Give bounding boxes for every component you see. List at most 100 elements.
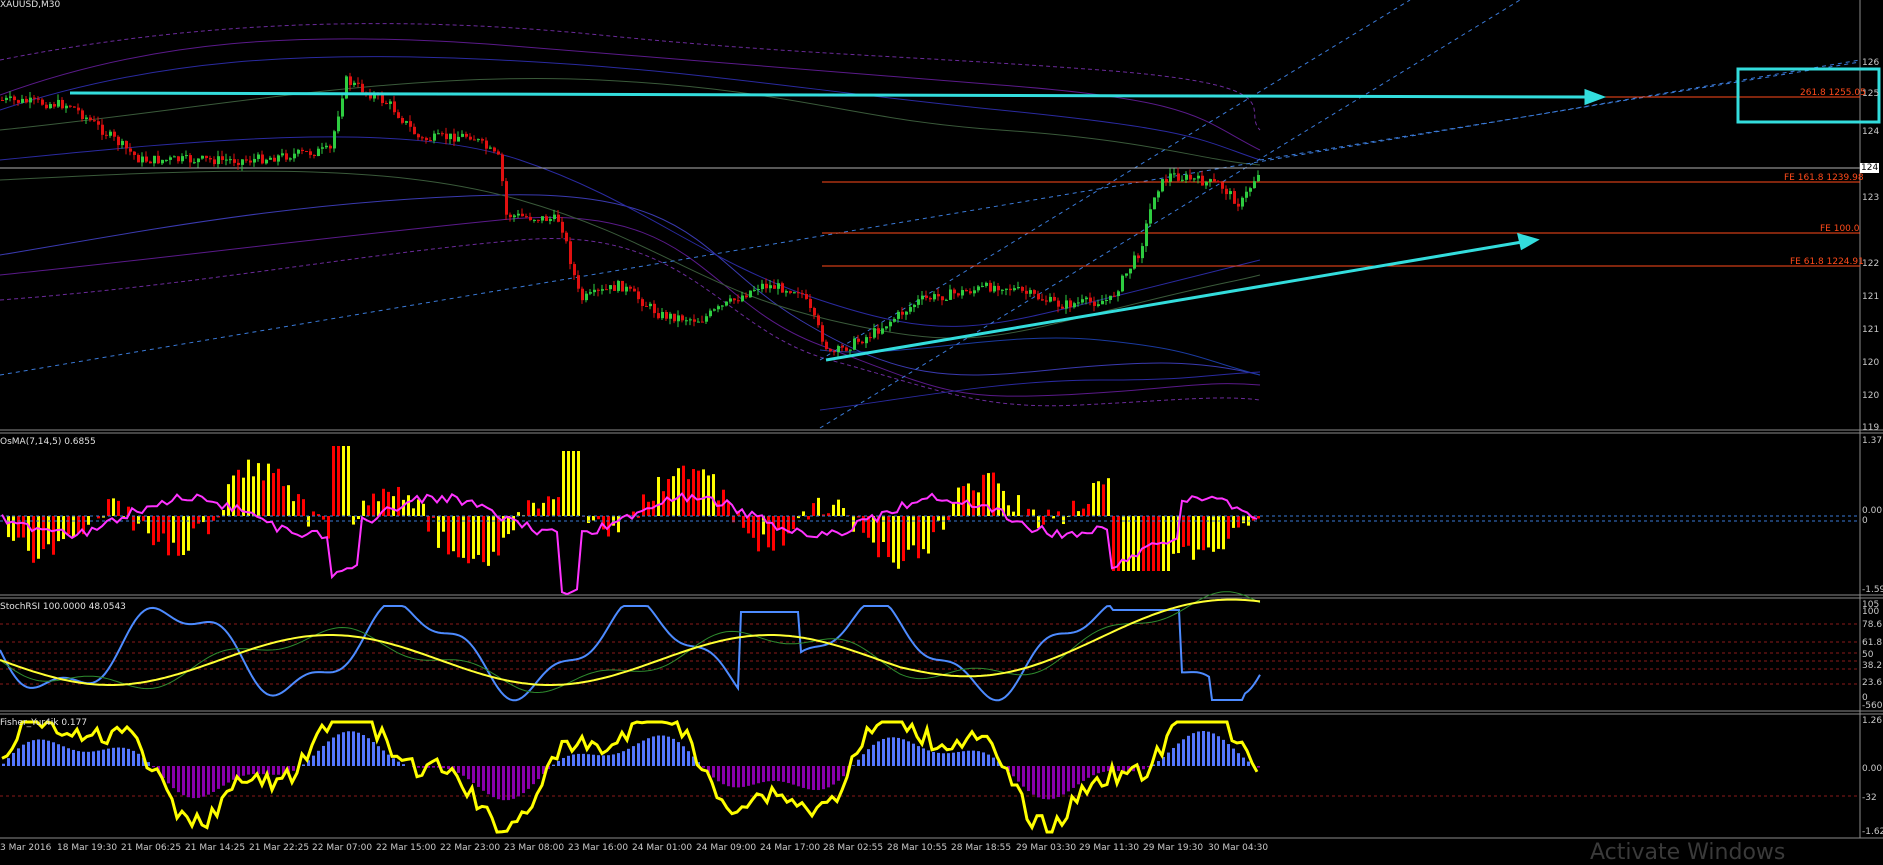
candle-body [617,281,620,291]
candle-body [197,159,200,163]
candle-body [349,76,352,85]
candle-body [697,322,700,323]
osma-bar [152,516,155,545]
candle-body [1049,297,1052,302]
osma-bar [577,451,580,516]
candle-body [1017,287,1020,288]
osma-bar [407,495,410,516]
osma-bar [337,446,340,516]
fisher-bar [747,766,750,786]
candle-body [521,214,524,216]
osma-bar [1077,511,1080,516]
fisher-bar [1052,766,1055,799]
osma-bar [462,516,465,558]
osma-bar [157,516,160,542]
osma-bar [132,516,135,531]
osma-bar [507,516,510,534]
candle-body [257,155,260,159]
candle-body [121,141,124,145]
chart-canvas[interactable] [0,0,1883,856]
fisher-bar [602,755,605,766]
osma-bar [892,516,895,563]
fisher-bar [587,754,590,766]
candle-body [329,146,332,149]
fisher-bar [167,766,170,783]
stochrsi-title: StochRSI 100.0000 48.0543 [0,602,126,612]
osma-bar [937,516,940,521]
fisher-bar [767,766,770,781]
fisher-bar [1167,753,1170,766]
stoch-tick: 23.6 [1862,678,1882,688]
candle-body [785,291,788,292]
candle-body [353,83,356,85]
fisher-bar [342,732,345,766]
osma-bar [887,516,890,557]
candle-body [581,289,584,300]
candle-body [45,105,48,108]
candle-body [317,149,320,156]
fisher-bar [442,766,445,768]
osma-bar [1047,510,1050,516]
osma-bar [917,516,920,558]
osma-bar [227,484,230,516]
fisher-bar [667,737,670,766]
osma-tick: -1.59 [1862,585,1883,595]
candle-body [169,157,172,160]
fisher-bar [172,766,175,788]
candle-body [1165,179,1168,182]
fisher-bar [842,766,845,776]
fisher-bar [472,766,475,783]
osma-bar [292,501,295,516]
osma-bar [442,516,445,532]
osma-bar [792,516,795,529]
candle-body [701,322,704,323]
fisher-bar [197,766,200,798]
fibo-lines[interactable] [822,97,1860,266]
time-tick: 29 Mar 03:30 [1016,843,1076,853]
candle-body [605,289,608,290]
candle-body [881,328,884,333]
trend-arrows[interactable] [70,91,1602,360]
candle-body [713,309,716,310]
candle-body [925,296,928,298]
osma-bar [207,516,210,534]
candle-body [141,157,144,163]
fisher-bar [497,766,500,799]
candle-body [1173,173,1176,174]
osma-bar [1227,516,1230,539]
candle-body [333,131,336,148]
candle-body [109,132,112,136]
candle-body [1037,294,1040,299]
resistance-arrow[interactable] [70,93,1588,97]
stoch-tick: 78.6 [1862,620,1882,630]
fisher-bar [1242,758,1245,766]
candle-body [797,292,800,293]
candle-body [161,160,164,163]
candle-body [733,298,736,300]
osma-bar [1232,516,1235,528]
candle-body [17,100,20,103]
candle-body [337,117,340,132]
candle-body [1253,181,1256,188]
fisher-bar [1192,733,1195,766]
fisher-bar [932,752,935,766]
candle-body [549,219,552,221]
candle-body [865,337,868,343]
candle-body [929,298,932,299]
candle-body [889,322,892,327]
osma-bar [182,516,185,555]
osma-bar [272,473,275,516]
fisher-bar [107,749,110,766]
osma-bar [397,487,400,516]
time-tick: 28 Mar 02:55 [823,843,883,853]
osma-bar [1037,516,1040,528]
candle-body [645,306,648,307]
osma-tick: 0 [1862,516,1868,526]
candle-body [89,118,92,121]
fisher-bar [1172,748,1175,766]
fisher-bar [57,744,60,766]
fisher-bar [1047,766,1050,799]
candle-body [453,134,456,142]
candle-body [721,306,724,307]
stoch-tick: -5600 [1862,701,1883,711]
